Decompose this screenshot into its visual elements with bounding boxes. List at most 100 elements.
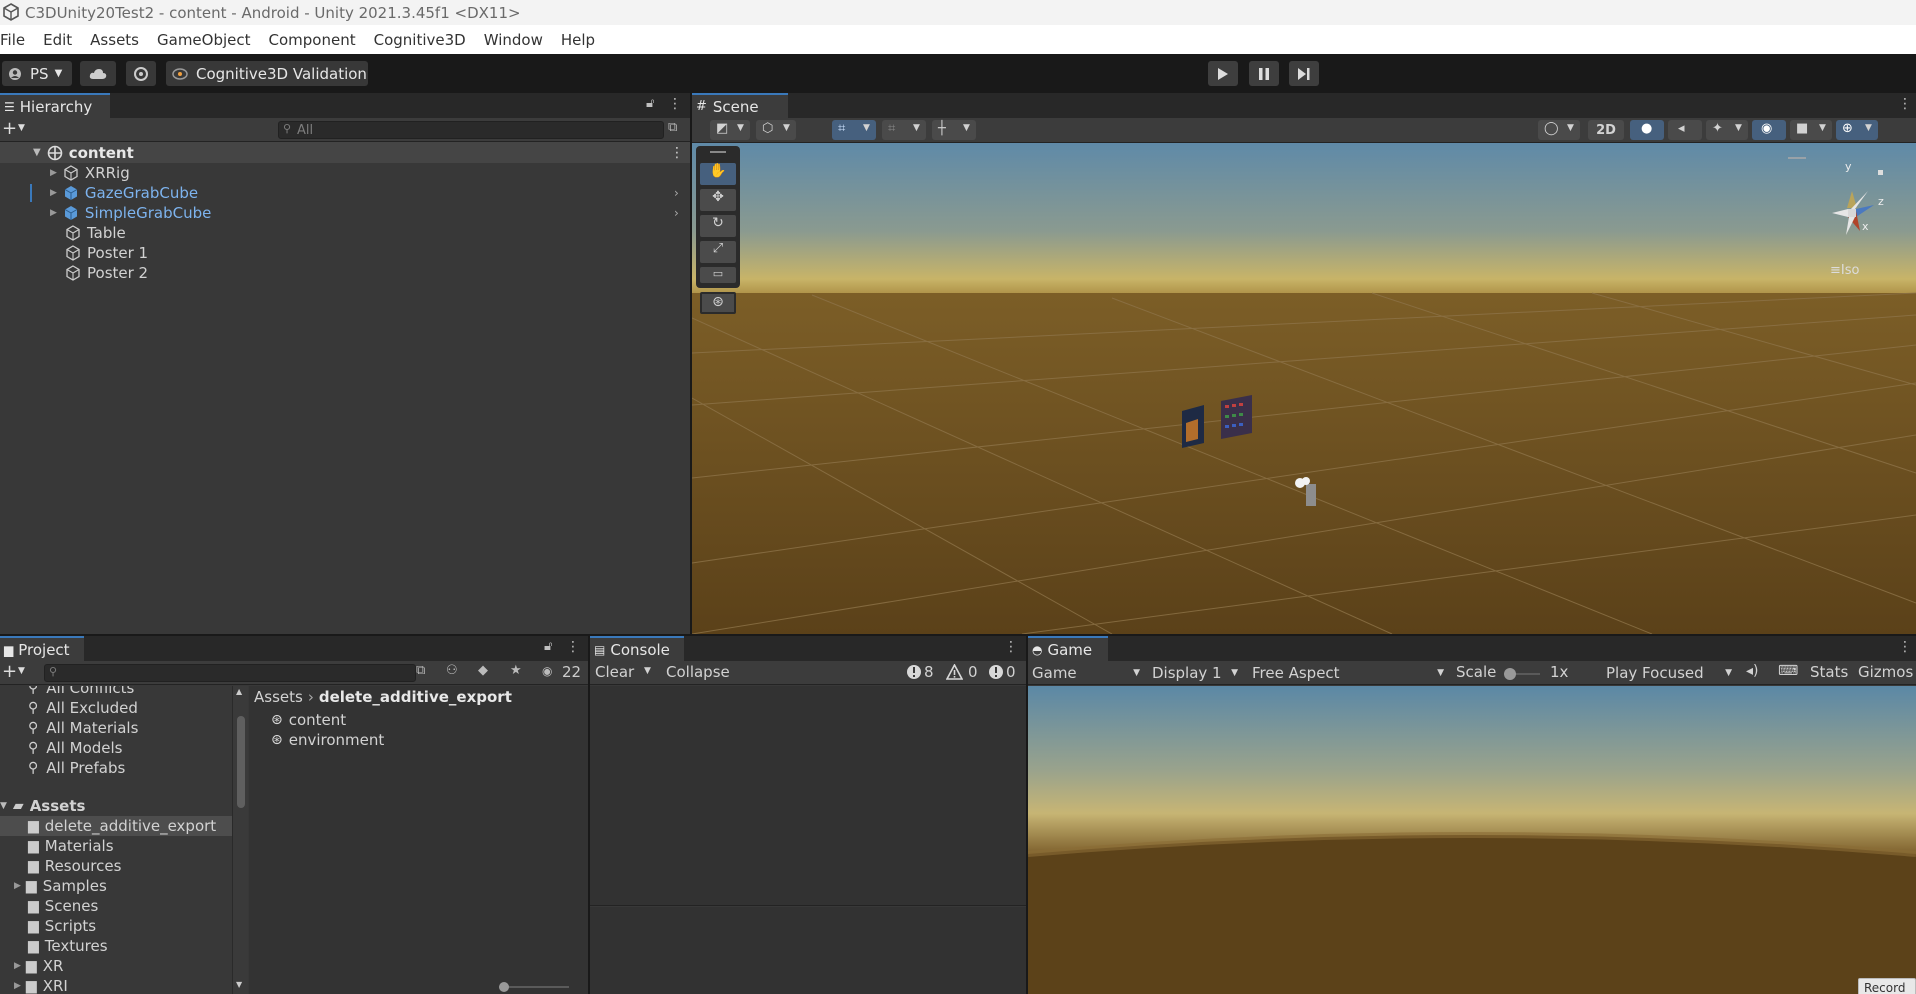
play-button[interactable] <box>1208 61 1238 86</box>
more-icon[interactable]: ⋮ <box>670 145 684 161</box>
chevron-right-icon[interactable]: › <box>674 206 679 220</box>
folder-delete-additive-export[interactable]: ▆ delete_additive_export <box>0 816 232 836</box>
tree-scrollbar[interactable]: ▲ ▼ <box>232 686 248 994</box>
menu-cognitive3d[interactable]: Cognitive3D <box>365 31 475 49</box>
hierarchy-item-gazegrabcube[interactable]: ▶ GazeGrabCube › <box>0 183 690 203</box>
folder-xr[interactable]: ▶ ▆ XR <box>0 956 232 976</box>
folder-scripts[interactable]: ▆ Scripts <box>0 916 232 936</box>
more-icon[interactable]: ⋮ <box>1898 639 1912 655</box>
tab-scene[interactable]: # Scene <box>692 93 788 118</box>
transform-tool-button[interactable]: ⊛ <box>700 292 736 314</box>
folder-textures[interactable]: ▆ Textures <box>0 936 232 956</box>
more-icon[interactable]: ⋮ <box>1898 96 1912 112</box>
warning-icon[interactable] <box>946 664 963 680</box>
hierarchy-root-row[interactable]: ▼ content ⋮ <box>0 142 690 163</box>
gizmos-button[interactable]: Gizmos <box>1858 663 1913 681</box>
menu-component[interactable]: Component <box>260 31 365 49</box>
scrollbar-thumb[interactable] <box>237 716 245 808</box>
more-icon[interactable]: ⋮ <box>1004 639 1018 655</box>
folder-resources[interactable]: ▆ Resources <box>0 856 232 876</box>
slider-thumb[interactable] <box>499 982 509 992</box>
settings-button[interactable] <box>126 61 156 86</box>
icon-size-slider[interactable] <box>499 982 569 992</box>
hidden-packages-icon[interactable]: ◉ <box>542 664 552 678</box>
lighting-toggle-button[interactable]: ● <box>1630 120 1664 140</box>
menu-assets[interactable]: Assets <box>81 31 148 49</box>
folder-xri[interactable]: ▶ ▆ XRI <box>0 976 232 994</box>
folder-materials[interactable]: ▆ Materials <box>0 836 232 856</box>
console-detail-area[interactable] <box>590 907 1026 994</box>
scale-slider[interactable] <box>1504 668 1540 680</box>
increment-snap-button[interactable]: ⌗ ▼ <box>882 120 926 140</box>
move-tool-button[interactable]: ✥ <box>700 189 736 211</box>
info-icon[interactable] <box>906 664 922 680</box>
scale-tool-button[interactable]: ⤢ <box>700 241 736 263</box>
more-icon[interactable]: ⋮ <box>668 96 682 112</box>
add-icon[interactable]: + <box>2 661 17 682</box>
favorite-all-excluded[interactable]: ⚲ All Excluded <box>0 698 232 718</box>
tab-game[interactable]: ◓ Game <box>1028 636 1108 661</box>
folder-scenes[interactable]: ▆ Scenes <box>0 896 232 916</box>
projection-iso-label[interactable]: ≡Iso <box>1830 263 1859 278</box>
hierarchy-item-table[interactable]: Table <box>0 223 690 243</box>
search-options-icon[interactable]: ⧉ <box>668 120 677 135</box>
hand-tool-button[interactable]: ✋ <box>700 163 736 185</box>
tab-project[interactable]: ▆ Project <box>0 636 84 661</box>
hierarchy-item-poster-2[interactable]: Poster 2 <box>0 263 690 283</box>
record-button[interactable]: Record <box>1858 978 1916 994</box>
ruler-button[interactable]: ┼ ▼ <box>932 120 976 140</box>
chevron-right-icon[interactable]: › <box>674 186 679 200</box>
play-mode-dropdown[interactable]: Play Focused ▼ <box>1606 663 1736 683</box>
search-mode-icon[interactable]: ⧉ <box>416 663 425 678</box>
more-icon[interactable]: ⋮ <box>566 639 580 655</box>
scroll-down-icon[interactable]: ▼ <box>236 980 242 989</box>
audio-toggle-button[interactable]: ◂ <box>1668 120 1702 140</box>
aspect-dropdown[interactable]: Free Aspect ▼ <box>1252 663 1448 683</box>
menu-help[interactable]: Help <box>552 31 604 49</box>
scroll-up-icon[interactable]: ▲ <box>236 687 242 696</box>
folder-samples[interactable]: ▶ ▆ Samples <box>0 876 232 896</box>
camera-dropdown[interactable]: ■ ▼ <box>1790 120 1832 140</box>
filter-label-icon[interactable]: ◆ <box>478 663 488 678</box>
chevron-down-icon[interactable]: ▼ <box>18 123 25 133</box>
shortcuts-keyboard-icon[interactable]: ⌨ <box>1778 663 1798 679</box>
clear-options-dropdown[interactable]: ▼ <box>644 666 651 676</box>
pause-button[interactable] <box>1249 61 1279 86</box>
slider-thumb[interactable] <box>1504 668 1516 680</box>
favorite-all-materials[interactable]: ⚲ All Materials <box>0 718 232 738</box>
hierarchy-item-poster-1[interactable]: Poster 1 <box>0 243 690 263</box>
display-dropdown[interactable]: Display 1 ▼ <box>1152 663 1242 683</box>
scene-viewport[interactable]: y z x ≡Iso ✋ ✥ ↻ ⤢ ▭ ⊛ <box>692 143 1916 634</box>
menu-gameobject[interactable]: GameObject <box>148 31 260 49</box>
favorite-all-prefabs[interactable]: ⚲ All Prefabs <box>0 758 232 778</box>
clear-button[interactable]: Clear <box>595 663 634 681</box>
cloud-button[interactable] <box>80 61 116 86</box>
menu-edit[interactable]: Edit <box>34 31 81 49</box>
palette-grip[interactable] <box>710 151 726 153</box>
hierarchy-search-input[interactable]: ⚲ All <box>278 121 664 139</box>
filter-type-icon[interactable]: ⚇ <box>446 663 458 678</box>
chevron-down-icon[interactable]: ▼ <box>18 666 25 676</box>
asset-content[interactable]: ⊛ content <box>249 710 588 730</box>
hierarchy-item-xrrig[interactable]: ▶ XRRig <box>0 163 690 183</box>
gizmos-dropdown[interactable]: ⊕ ▼ <box>1836 120 1878 140</box>
hidden-objects-toggle[interactable]: ◉ <box>1752 120 1786 140</box>
rect-tool-button[interactable]: ▭ <box>700 267 736 283</box>
collapse-button[interactable]: Collapse <box>666 663 730 681</box>
visibility-dropdown[interactable]: ◯ ▼ <box>1538 120 1580 140</box>
stats-button[interactable]: Stats <box>1810 663 1848 681</box>
game-view-dropdown[interactable]: Game ▼ <box>1032 663 1144 683</box>
hierarchy-item-simplegrabcube[interactable]: ▶ SimpleGrabCube › <box>0 203 690 223</box>
shading-dropdown[interactable]: ⬡ ▼ <box>756 120 796 140</box>
rotate-tool-button[interactable]: ↻ <box>700 215 736 237</box>
console-log-area[interactable] <box>590 686 1026 906</box>
draw-mode-dropdown[interactable]: ◩ ▼ <box>710 120 750 140</box>
error-icon[interactable] <box>988 664 1004 680</box>
tab-hierarchy[interactable]: ☰ Hierarchy <box>0 93 110 118</box>
grid-snap-button[interactable]: ⌗ ▼ <box>832 120 876 140</box>
effects-dropdown[interactable]: ✦ ▼ <box>1706 120 1748 140</box>
2d-toggle-button[interactable]: 2D <box>1588 120 1624 140</box>
breadcrumb-assets[interactable]: Assets <box>254 688 303 706</box>
breadcrumb-current[interactable]: delete_additive_export <box>319 688 512 706</box>
add-icon[interactable]: + <box>2 118 17 139</box>
